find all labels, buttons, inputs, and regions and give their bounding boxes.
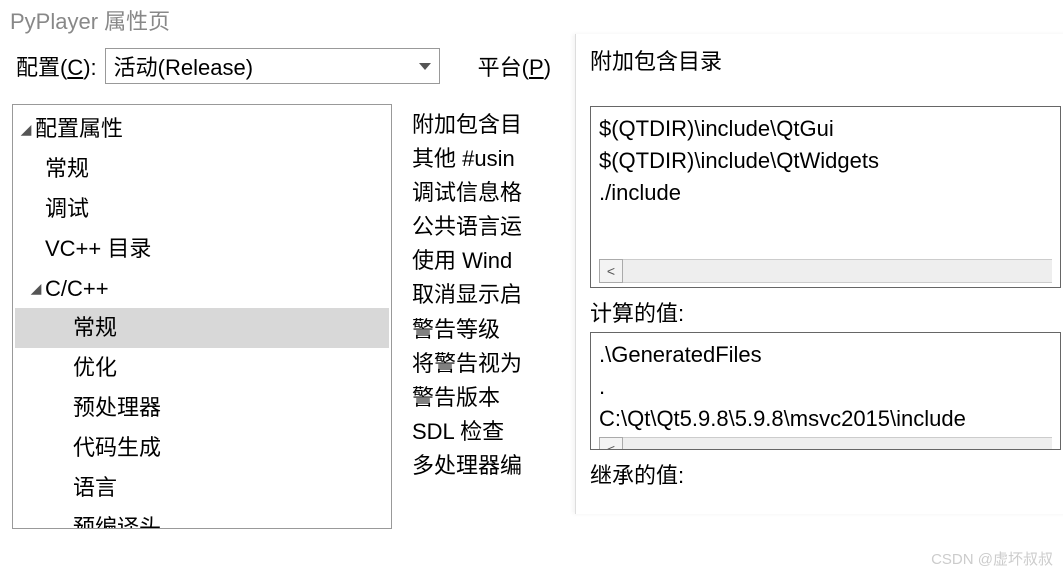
tree-root[interactable]: ◢ 配置属性 <box>15 109 389 149</box>
tree-item-vcdirs[interactable]: VC++ 目录 <box>15 229 389 269</box>
platform-label: 平台(P) <box>478 50 551 82</box>
config-label: 配置(C): <box>16 50 97 82</box>
horizontal-scrollbar[interactable]: < <box>599 259 1052 283</box>
chevron-down-icon <box>419 63 431 70</box>
tree-item-cpp-pch[interactable]: 预编译头 <box>15 508 389 529</box>
properties-panel: 附加包含目 其他 #usin 调试信息格 公共语言运 使用 Wind 取消显示启… <box>412 104 592 529</box>
watermark: CSDN @虚坏叔叔 <box>931 548 1053 569</box>
include-dirs-editbox[interactable]: $(QTDIR)\include\QtGui $(QTDIR)\include\… <box>590 106 1061 288</box>
prop-row[interactable]: 调试信息格 <box>412 176 592 210</box>
caret-down-icon: ◢ <box>29 278 43 298</box>
prop-row[interactable]: 取消显示启 <box>412 278 592 312</box>
tree-item-cpp-optimize[interactable]: 优化 <box>15 348 389 388</box>
tree-item-cpp-language[interactable]: 语言 <box>15 468 389 508</box>
tree-panel[interactable]: ◢ 配置属性 常规 调试 VC++ 目录 ◢ C/C++ 常规 优化 预处理器 … <box>12 104 392 529</box>
prop-row[interactable]: 将警告视为 <box>412 347 592 381</box>
horizontal-scrollbar[interactable]: < <box>599 437 1052 450</box>
edit-line: $(QTDIR)\include\QtGui <box>599 113 1052 145</box>
inherited-label: 继承的值: <box>590 458 1061 490</box>
include-dirs-popup: 附加包含目录 $(QTDIR)\include\QtGui $(QTDIR)\i… <box>575 34 1063 514</box>
scroll-left-icon[interactable]: < <box>599 259 623 283</box>
popup-title: 附加包含目录 <box>576 34 1063 106</box>
scroll-track[interactable] <box>623 437 1052 450</box>
prop-row[interactable]: SDL 检查 <box>412 415 592 449</box>
config-dropdown[interactable]: 活动(Release) <box>105 48 440 84</box>
caret-down-icon: ◢ <box>19 119 33 139</box>
tree-item-cpp[interactable]: ◢ C/C++ <box>15 269 389 309</box>
edit-line: ./include <box>599 177 1052 209</box>
prop-row[interactable]: 警告版本 <box>412 381 592 415</box>
edit-line: $(QTDIR)\include\QtWidgets <box>599 145 1052 177</box>
computed-label: 计算的值: <box>590 296 1061 328</box>
computed-line: . <box>599 371 1052 403</box>
prop-row[interactable]: 附加包含目 <box>412 108 592 142</box>
scroll-left-icon[interactable]: < <box>599 437 623 450</box>
config-dropdown-value: 活动(Release) <box>114 50 253 82</box>
tree-item-debug[interactable]: 调试 <box>15 189 389 229</box>
prop-row[interactable]: 公共语言运 <box>412 210 592 244</box>
prop-row[interactable]: 警告等级 <box>412 313 592 347</box>
prop-row[interactable]: 其他 #usin <box>412 142 592 176</box>
tree-item-cpp-codegen[interactable]: 代码生成 <box>15 428 389 468</box>
computed-line: .\GeneratedFiles <box>599 339 1052 371</box>
computed-values-box: .\GeneratedFiles . C:\Qt\Qt5.9.8\5.9.8\m… <box>590 332 1061 450</box>
prop-row[interactable]: 多处理器编 <box>412 449 592 483</box>
prop-row[interactable]: 使用 Wind <box>412 244 592 278</box>
computed-line: C:\Qt\Qt5.9.8\5.9.8\msvc2015\include <box>599 403 1052 435</box>
scroll-track[interactable] <box>623 259 1052 283</box>
tree-item-general[interactable]: 常规 <box>15 149 389 189</box>
tree-item-cpp-general[interactable]: 常规 <box>15 308 389 348</box>
tree-item-cpp-preproc[interactable]: 预处理器 <box>15 388 389 428</box>
